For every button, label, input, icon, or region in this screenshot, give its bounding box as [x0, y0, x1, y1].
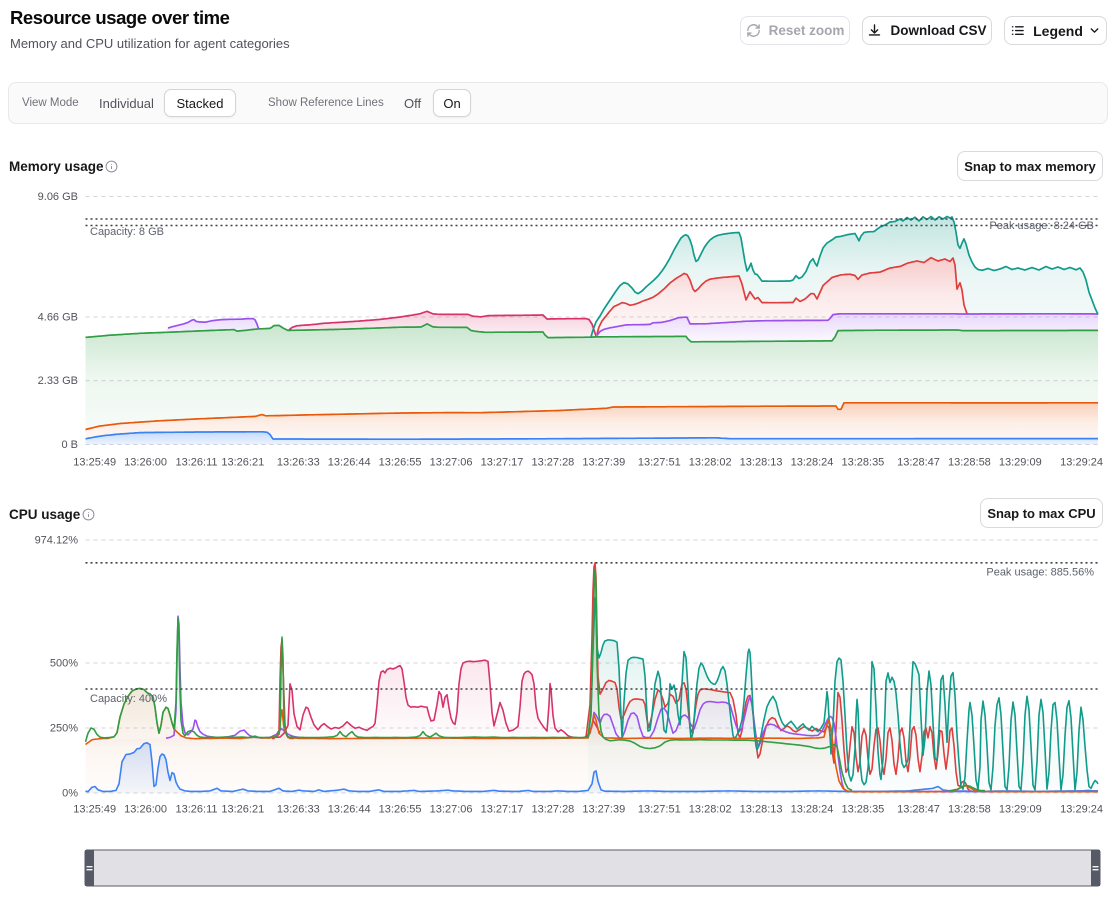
svg-text:13:27:51: 13:27:51: [638, 457, 681, 469]
svg-text:13:29:09: 13:29:09: [999, 804, 1042, 816]
svg-text:13:26:21: 13:26:21: [221, 457, 264, 469]
svg-text:500%: 500%: [50, 658, 78, 670]
svg-text:13:28:24: 13:28:24: [791, 804, 834, 816]
svg-text:13:27:39: 13:27:39: [582, 804, 625, 816]
svg-text:13:26:00: 13:26:00: [124, 457, 167, 469]
svg-text:13:28:35: 13:28:35: [841, 804, 884, 816]
svg-text:13:28:13: 13:28:13: [740, 457, 783, 469]
svg-text:0%: 0%: [62, 788, 78, 800]
svg-text:13:27:17: 13:27:17: [481, 457, 524, 469]
svg-text:13:26:44: 13:26:44: [328, 457, 371, 469]
svg-text:13:27:28: 13:27:28: [531, 457, 574, 469]
svg-text:13:26:11: 13:26:11: [175, 457, 217, 469]
svg-text:13:28:24: 13:28:24: [791, 457, 834, 469]
svg-text:13:26:21: 13:26:21: [221, 804, 264, 816]
svg-text:13:26:11: 13:26:11: [175, 804, 217, 816]
svg-text:13:26:33: 13:26:33: [277, 457, 320, 469]
svg-text:974.12%: 974.12%: [35, 535, 79, 547]
svg-text:0 B: 0 B: [61, 439, 78, 451]
svg-text:Peak usage: 8.24 GB: Peak usage: 8.24 GB: [989, 220, 1094, 232]
svg-text:13:28:02: 13:28:02: [689, 804, 732, 816]
svg-text:13:27:51: 13:27:51: [638, 804, 681, 816]
svg-text:Peak usage: 885.56%: Peak usage: 885.56%: [986, 567, 1094, 579]
svg-text:13:28:58: 13:28:58: [948, 804, 991, 816]
svg-text:13:25:49: 13:25:49: [73, 804, 116, 816]
svg-text:13:28:47: 13:28:47: [897, 457, 940, 469]
svg-text:13:26:44: 13:26:44: [328, 804, 371, 816]
svg-text:13:27:28: 13:27:28: [531, 804, 574, 816]
svg-text:13:28:35: 13:28:35: [841, 457, 884, 469]
svg-text:9.06 GB: 9.06 GB: [38, 191, 78, 203]
svg-text:13:25:49: 13:25:49: [73, 457, 116, 469]
svg-text:250%: 250%: [50, 723, 78, 735]
svg-text:13:29:09: 13:29:09: [999, 457, 1042, 469]
svg-text:13:27:06: 13:27:06: [430, 804, 473, 816]
svg-text:13:29:24: 13:29:24: [1060, 804, 1103, 816]
svg-text:13:26:55: 13:26:55: [379, 457, 422, 469]
svg-text:Capacity: 400%: Capacity: 400%: [90, 693, 167, 705]
svg-text:13:26:55: 13:26:55: [379, 804, 422, 816]
svg-text:13:27:39: 13:27:39: [582, 457, 625, 469]
svg-text:13:29:24: 13:29:24: [1060, 457, 1103, 469]
svg-text:13:26:00: 13:26:00: [124, 804, 167, 816]
svg-text:Capacity: 8 GB: Capacity: 8 GB: [90, 226, 164, 238]
svg-text:2.33 GB: 2.33 GB: [38, 375, 78, 387]
svg-text:13:28:47: 13:28:47: [897, 804, 940, 816]
svg-text:13:26:33: 13:26:33: [277, 804, 320, 816]
svg-text:13:27:06: 13:27:06: [430, 457, 473, 469]
svg-text:13:27:17: 13:27:17: [481, 804, 524, 816]
svg-text:4.66 GB: 4.66 GB: [38, 312, 78, 324]
svg-text:13:28:13: 13:28:13: [740, 804, 783, 816]
svg-text:13:28:02: 13:28:02: [689, 457, 732, 469]
svg-text:13:28:58: 13:28:58: [948, 457, 991, 469]
